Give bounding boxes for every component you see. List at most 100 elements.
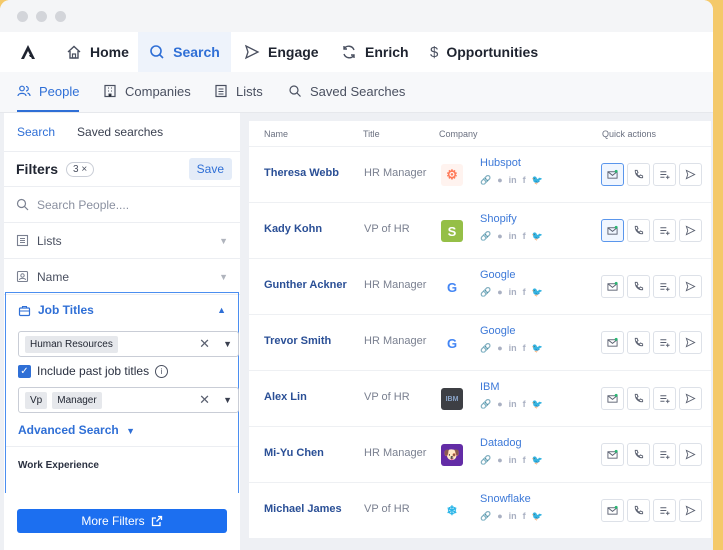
nav-search[interactable]: Search <box>138 32 231 72</box>
linkedin-icon[interactable]: in <box>509 399 517 410</box>
company-name-link[interactable]: Datadog <box>480 437 522 449</box>
chat-icon[interactable]: ● <box>497 511 502 522</box>
nav-opportunities[interactable]: $ Opportunities <box>430 32 538 72</box>
link-icon[interactable]: 🔗 <box>480 511 491 522</box>
company-name-link[interactable]: Google <box>480 269 515 281</box>
search-people-field[interactable]: Search People.... <box>4 187 240 223</box>
twitter-icon[interactable]: 🐦 <box>532 175 543 186</box>
add-to-list-button[interactable] <box>653 219 676 242</box>
sidebar-tab-search[interactable]: Search <box>17 125 55 139</box>
linkedin-icon[interactable]: in <box>509 343 517 354</box>
linkedin-icon[interactable]: in <box>509 231 517 242</box>
table-row[interactable]: Michael James VP of HR ❄ Snowflake 🔗 ● i… <box>249 482 711 538</box>
company-name-link[interactable]: IBM <box>480 381 500 393</box>
filter-lists[interactable]: Lists ▼ <box>4 223 240 259</box>
facebook-icon[interactable]: f <box>523 511 526 522</box>
window-maximize-dot[interactable] <box>55 11 66 22</box>
column-header-title[interactable]: Title <box>363 129 380 139</box>
chat-icon[interactable]: ● <box>497 231 502 242</box>
clear-icon[interactable]: ✕ <box>199 392 210 408</box>
tab-saved-searches[interactable]: Saved Searches <box>288 72 405 110</box>
call-action-button[interactable] <box>627 387 650 410</box>
chevron-down-icon[interactable]: ▼ <box>223 339 232 349</box>
chat-icon[interactable]: ● <box>497 343 502 354</box>
twitter-icon[interactable]: 🐦 <box>532 343 543 354</box>
chevron-down-icon[interactable]: ▼ <box>223 395 232 405</box>
email-action-button[interactable] <box>601 499 624 522</box>
apollo-logo-icon[interactable] <box>18 42 38 62</box>
table-row[interactable]: Alex Lin VP of HR IBM IBM 🔗 ● in f 🐦 <box>249 370 711 426</box>
seniority-select[interactable]: Vp Manager ✕ ▼ <box>18 387 239 413</box>
tab-companies[interactable]: Companies <box>103 72 191 110</box>
sequence-action-button[interactable] <box>679 163 702 186</box>
call-action-button[interactable] <box>627 443 650 466</box>
call-action-button[interactable] <box>627 163 650 186</box>
twitter-icon[interactable]: 🐦 <box>532 399 543 410</box>
link-icon[interactable]: 🔗 <box>480 231 491 242</box>
person-name-link[interactable]: Gunther Ackner <box>264 279 347 291</box>
email-action-button[interactable] <box>601 331 624 354</box>
person-name-link[interactable]: Alex Lin <box>264 391 307 403</box>
job-titles-header[interactable]: Job Titles ▲ <box>6 293 238 327</box>
email-action-button[interactable] <box>601 219 624 242</box>
sequence-action-button[interactable] <box>679 219 702 242</box>
person-name-link[interactable]: Mi-Yu Chen <box>264 447 324 459</box>
sidebar-tab-saved-searches[interactable]: Saved searches <box>77 125 163 139</box>
nav-engage[interactable]: Engage <box>244 32 319 72</box>
call-action-button[interactable] <box>627 219 650 242</box>
advanced-search-toggle[interactable]: Advanced Search ▼ <box>18 423 135 437</box>
include-past-checkbox[interactable]: ✓ <box>18 364 31 378</box>
include-past-titles-row[interactable]: ✓ Include past job titles i <box>18 364 169 378</box>
facebook-icon[interactable]: f <box>523 399 526 410</box>
person-name-link[interactable]: Theresa Webb <box>264 167 339 179</box>
company-name-link[interactable]: Shopify <box>480 213 517 225</box>
link-icon[interactable]: 🔗 <box>480 343 491 354</box>
sequence-action-button[interactable] <box>679 275 702 298</box>
add-to-list-button[interactable] <box>653 499 676 522</box>
table-row[interactable]: Trevor Smith HR Manager G Google 🔗 ● in … <box>249 314 711 370</box>
sequence-action-button[interactable] <box>679 499 702 522</box>
table-row[interactable]: Gunther Ackner HR Manager G Google 🔗 ● i… <box>249 258 711 314</box>
email-action-button[interactable] <box>601 275 624 298</box>
twitter-icon[interactable]: 🐦 <box>532 287 543 298</box>
more-filters-button[interactable]: More Filters <box>17 509 227 533</box>
info-icon[interactable]: i <box>155 364 169 378</box>
add-to-list-button[interactable] <box>653 163 676 186</box>
email-action-button[interactable] <box>601 387 624 410</box>
person-name-link[interactable]: Michael James <box>264 503 342 515</box>
save-filters-button[interactable]: Save <box>188 158 232 180</box>
facebook-icon[interactable]: f <box>523 455 526 466</box>
linkedin-icon[interactable]: in <box>509 511 517 522</box>
nav-home[interactable]: Home <box>58 32 137 72</box>
company-name-link[interactable]: Snowflake <box>480 493 531 505</box>
link-icon[interactable]: 🔗 <box>480 287 491 298</box>
chat-icon[interactable]: ● <box>497 455 502 466</box>
table-row[interactable]: Mi-Yu Chen HR Manager 🐶 Datadog 🔗 ● in f… <box>249 426 711 482</box>
email-action-button[interactable] <box>601 163 624 186</box>
sequence-action-button[interactable] <box>679 387 702 410</box>
call-action-button[interactable] <box>627 275 650 298</box>
person-name-link[interactable]: Kady Kohn <box>264 223 322 235</box>
chat-icon[interactable]: ● <box>497 399 502 410</box>
facebook-icon[interactable]: f <box>523 343 526 354</box>
department-tag[interactable]: Human Resources <box>25 335 118 353</box>
nav-enrich[interactable]: Enrich <box>341 32 409 72</box>
add-to-list-button[interactable] <box>653 331 676 354</box>
window-close-dot[interactable] <box>17 11 28 22</box>
sequence-action-button[interactable] <box>679 443 702 466</box>
facebook-icon[interactable]: f <box>523 287 526 298</box>
facebook-icon[interactable]: f <box>523 231 526 242</box>
add-to-list-button[interactable] <box>653 275 676 298</box>
link-icon[interactable]: 🔗 <box>480 455 491 466</box>
company-name-link[interactable]: Hubspot <box>480 157 521 169</box>
link-icon[interactable]: 🔗 <box>480 399 491 410</box>
company-name-link[interactable]: Google <box>480 325 515 337</box>
linkedin-icon[interactable]: in <box>509 455 517 466</box>
call-action-button[interactable] <box>627 331 650 354</box>
twitter-icon[interactable]: 🐦 <box>532 511 543 522</box>
chat-icon[interactable]: ● <box>497 287 502 298</box>
clear-icon[interactable]: ✕ <box>199 336 210 352</box>
column-header-company[interactable]: Company <box>439 129 478 139</box>
linkedin-icon[interactable]: in <box>509 287 517 298</box>
facebook-icon[interactable]: f <box>523 175 526 186</box>
